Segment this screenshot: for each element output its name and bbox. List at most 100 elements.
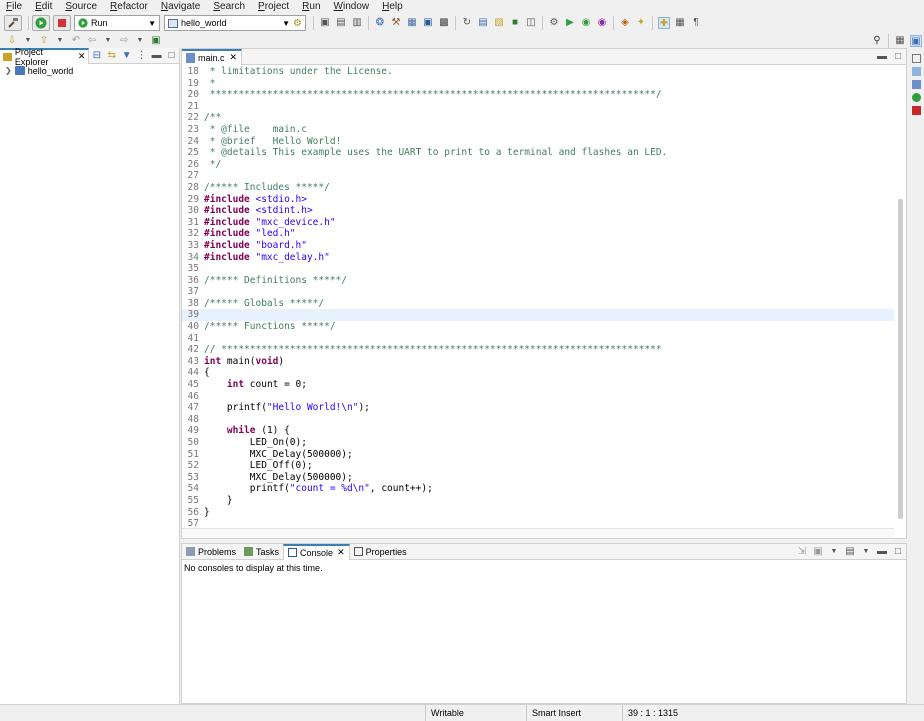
code-line[interactable]: 45 int count = 0;: [182, 379, 894, 391]
code-line[interactable]: 37: [182, 286, 894, 298]
menu-refactor[interactable]: Refactor: [110, 1, 148, 12]
code-line[interactable]: 47 printf("Hello World!\n");: [182, 402, 894, 414]
maximize-icon[interactable]: □: [892, 546, 904, 558]
code-line[interactable]: 49 while (1) {: [182, 425, 894, 437]
tab-problems[interactable]: Problems: [182, 544, 240, 560]
code-line[interactable]: 34 #include "mxc_delay.h": [182, 252, 894, 264]
code-line[interactable]: 36 /***** Definitions *****/: [182, 275, 894, 287]
last-edit-icon[interactable]: ↶: [70, 35, 82, 47]
code-line[interactable]: 41: [182, 333, 894, 345]
git-icon[interactable]: ◈: [619, 17, 631, 29]
tab-properties[interactable]: Properties: [350, 544, 411, 560]
code-line[interactable]: 52 LED_Off(0);: [182, 460, 894, 472]
launch-mode-select[interactable]: Run ▼: [74, 15, 160, 31]
code-line[interactable]: 25 * @details This example uses the UART…: [182, 147, 894, 159]
make-target-icon[interactable]: [912, 93, 921, 102]
close-icon[interactable]: ✕: [230, 52, 238, 63]
code-line[interactable]: 46: [182, 391, 894, 403]
filter-icon[interactable]: ▼: [121, 50, 132, 62]
code-line[interactable]: 26 */: [182, 159, 894, 171]
tab-project-explorer[interactable]: Project Explorer ✕: [0, 47, 90, 67]
save-icon[interactable]: ▤: [335, 17, 347, 29]
code-line[interactable]: 30 #include <stdint.h>: [182, 205, 894, 217]
menu-help[interactable]: Help: [382, 1, 403, 12]
coverage-icon[interactable]: ◉: [580, 17, 592, 29]
code-line[interactable]: 23 * @file main.c: [182, 124, 894, 136]
menu-search[interactable]: Search: [213, 1, 245, 12]
menu-project[interactable]: Project: [258, 1, 289, 12]
build-button[interactable]: [4, 15, 22, 31]
code-line[interactable]: 44 {: [182, 367, 894, 379]
code-line[interactable]: 27: [182, 170, 894, 182]
outline-icon[interactable]: [912, 67, 921, 76]
terminal-icon[interactable]: ▩: [438, 17, 450, 29]
code-line[interactable]: 50 LED_On(0);: [182, 437, 894, 449]
menu-edit[interactable]: Edit: [35, 1, 52, 12]
launch-config-select[interactable]: hello_world ▼ ⚙: [164, 15, 306, 31]
tab-tasks[interactable]: Tasks: [240, 544, 283, 560]
menu-file[interactable]: File: [6, 1, 22, 12]
code-line[interactable]: 29 #include <stdio.h>: [182, 194, 894, 206]
external-tools-icon[interactable]: ⚒: [390, 17, 402, 29]
code-line[interactable]: 18 * limitations under the License.: [182, 66, 894, 78]
display-console-icon[interactable]: ▣: [812, 546, 824, 558]
profile-icon[interactable]: ◉: [596, 17, 608, 29]
previous-annotation-icon[interactable]: ⇧: [38, 35, 50, 47]
menu-run[interactable]: Run: [302, 1, 320, 12]
maximize-icon[interactable]: □: [892, 51, 904, 63]
restore-icon[interactable]: [912, 54, 921, 63]
wand-icon[interactable]: ✦: [635, 17, 647, 29]
code-line[interactable]: 38 /***** Globals *****/: [182, 298, 894, 310]
save-all-icon[interactable]: ▥: [351, 17, 363, 29]
close-icon[interactable]: ✕: [337, 547, 345, 558]
launch-run-button[interactable]: [32, 15, 50, 31]
code-line[interactable]: 35: [182, 263, 894, 275]
new-icon[interactable]: ▣: [319, 17, 331, 29]
open-folder-icon[interactable]: ▧: [493, 17, 505, 29]
menu-navigate[interactable]: Navigate: [161, 1, 200, 12]
paragraph-icon[interactable]: ¶: [690, 17, 702, 29]
code-line[interactable]: 33 #include "board.h": [182, 240, 894, 252]
maximize-icon[interactable]: □: [166, 50, 177, 62]
include-browser-icon[interactable]: [912, 80, 921, 89]
chevron-down-icon[interactable]: ▼: [860, 546, 872, 558]
chevron-right-icon[interactable]: ❯: [5, 66, 12, 75]
code-line[interactable]: 24 * @brief Hello World!: [182, 136, 894, 148]
code-line[interactable]: 40 /***** Functions *****/: [182, 321, 894, 333]
minimize-icon[interactable]: ▬: [876, 51, 888, 63]
link-editor-icon[interactable]: ⇆: [106, 50, 117, 62]
new-class-icon[interactable]: ■: [509, 17, 521, 29]
device-icon[interactable]: ▦: [406, 17, 418, 29]
tab-console[interactable]: Console ✕: [283, 543, 350, 560]
code-line[interactable]: 21: [182, 101, 894, 113]
tab-main-c[interactable]: main.c ✕: [182, 48, 243, 65]
code-line[interactable]: 56}: [182, 507, 894, 519]
code-line[interactable]: 54 printf("count = %d\n", count++);: [182, 483, 894, 495]
view-menu-icon[interactable]: ⋮: [136, 50, 147, 62]
back-icon[interactable]: ⇦: [86, 35, 98, 47]
pin-editor-icon[interactable]: ▣: [150, 35, 162, 47]
open-console-icon[interactable]: ▤: [844, 546, 856, 558]
code-line[interactable]: 53 MXC_Delay(500000);: [182, 472, 894, 484]
code-line[interactable]: 48: [182, 414, 894, 426]
settings-icon[interactable]: ⚙: [548, 17, 560, 29]
menu-source[interactable]: Source: [65, 1, 97, 12]
code-line[interactable]: 51 MXC_Delay(500000);: [182, 449, 894, 461]
minimize-icon[interactable]: ▬: [151, 50, 162, 62]
code-line[interactable]: 22 /**: [182, 112, 894, 124]
code-line[interactable]: 19 *: [182, 78, 894, 90]
chevron-down-icon[interactable]: ▼: [22, 35, 34, 47]
highlight-icon[interactable]: ✚: [658, 17, 670, 29]
collapse-all-icon[interactable]: ⊟: [91, 50, 102, 62]
code-editor[interactable]: 18 * limitations under the License. 19 * 2…: [182, 66, 894, 536]
minimize-icon[interactable]: ▬: [876, 546, 888, 558]
code-line[interactable]: 31 #include "mxc_device.h": [182, 217, 894, 229]
gear-icon[interactable]: ⚙: [293, 18, 302, 29]
refresh-icon[interactable]: ↻: [461, 17, 473, 29]
code-line[interactable]: 55 }: [182, 495, 894, 507]
chevron-down-icon[interactable]: ▼: [134, 35, 146, 47]
tree-item-hello-world[interactable]: ❯ hello_world: [0, 64, 179, 77]
skip-breakpoints-icon[interactable]: ▣: [422, 17, 434, 29]
new-file-icon[interactable]: ◫: [525, 17, 537, 29]
next-annotation-icon[interactable]: ⇩: [6, 35, 18, 47]
